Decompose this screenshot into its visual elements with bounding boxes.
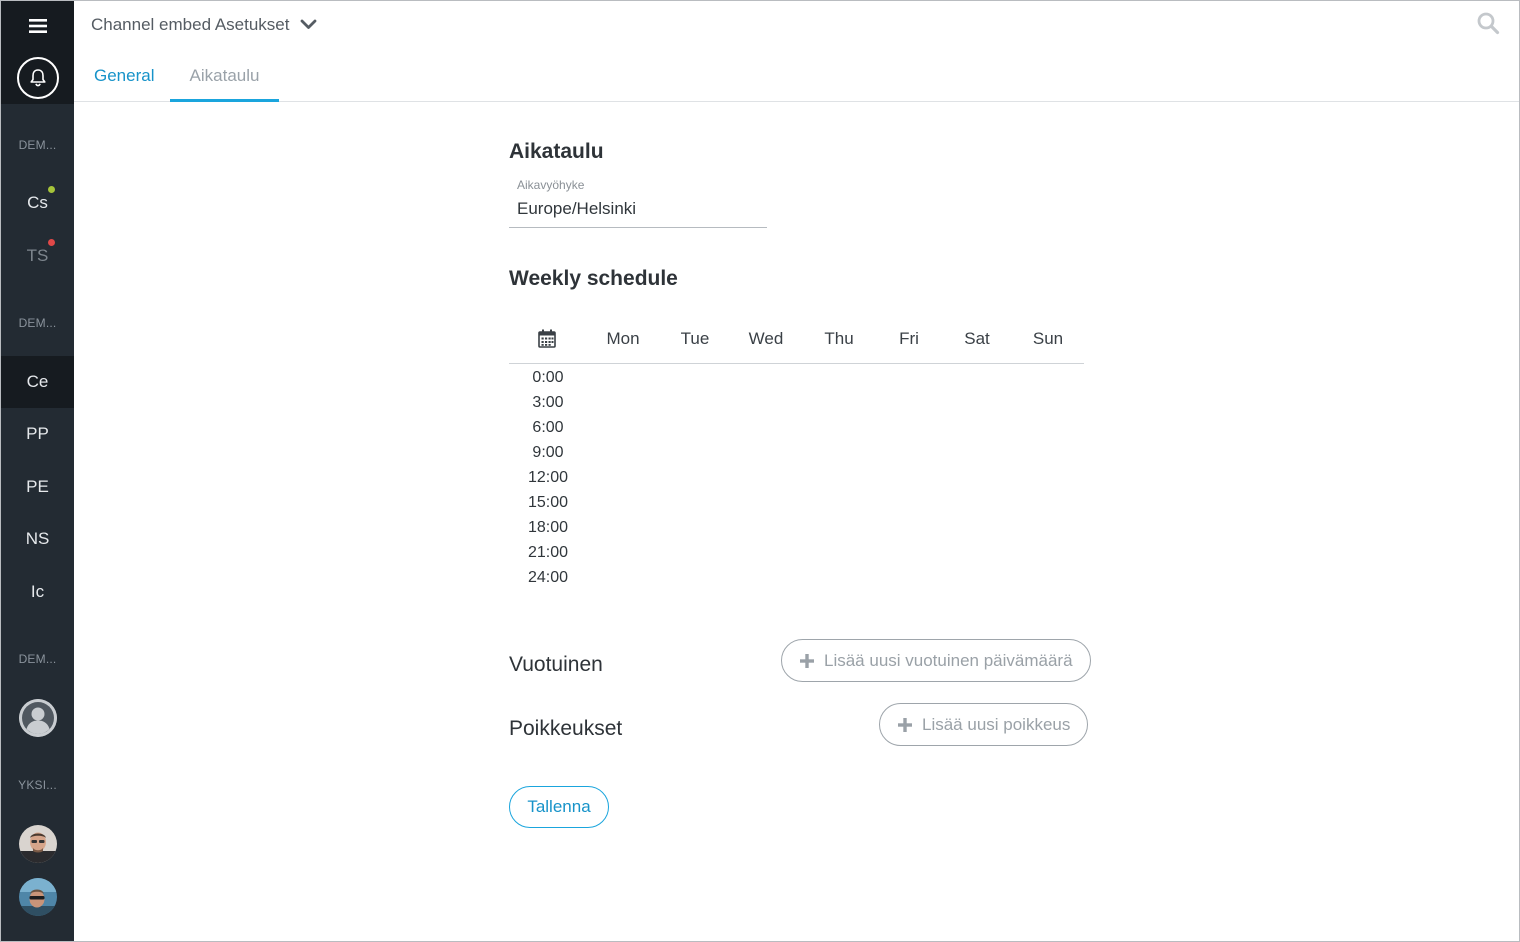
sidebar-item-ts[interactable]: TS <box>1 230 74 282</box>
section-title: Aikataulu <box>509 140 604 163</box>
time-label: 3:00 <box>532 394 564 411</box>
notifications-area <box>1 51 74 104</box>
sidebar-item-label: Ce <box>26 372 49 391</box>
add-annual-date-label: Lisää uusi vuotuinen päivämäärä <box>824 650 1073 670</box>
sidebar-item-label: Cs <box>27 193 48 212</box>
time-label: 0:00 <box>532 369 564 386</box>
sidebar-item-cs[interactable]: Cs <box>1 177 74 229</box>
tab-aikataulu[interactable]: Aikataulu <box>170 51 279 102</box>
notifications-button[interactable] <box>16 56 59 99</box>
add-exception-button[interactable]: Lisää uusi poikkeus <box>879 703 1089 746</box>
exceptions-label: Poikkeukset <box>509 717 623 740</box>
day-header-sat: Sat <box>964 329 990 348</box>
day-header-fri: Fri <box>899 329 919 348</box>
day-header-sun: Sun <box>1032 329 1064 348</box>
sidebar-group-header: DEM... <box>18 138 57 152</box>
day-header-mon: Mon <box>606 329 640 348</box>
top-bar: Channel embed Asetukset <box>74 1 1519 51</box>
user-photo-avatar[interactable] <box>19 878 57 916</box>
add-annual-date-button[interactable]: Lisää uusi vuotuinen päivämäärä <box>781 639 1091 682</box>
online-status-dot <box>48 186 55 193</box>
schedule-header: Mon Tue Wed Thu Fri Sat Sun <box>509 323 1084 364</box>
sidebar: DEM... Cs TS DEM... Ce PP PE NS Ic DEM..… <box>1 1 74 941</box>
user-avatar-icon[interactable] <box>19 699 57 737</box>
sidebar-group-header: YKSI... <box>18 778 57 792</box>
sidebar-item-label: PP <box>26 424 49 443</box>
add-exception-label: Lisää uusi poikkeus <box>922 714 1071 734</box>
time-label: 18:00 <box>527 519 569 536</box>
timezone-field[interactable]: Europe/Helsinki <box>509 194 767 228</box>
timezone-label: Aikavyöhyke <box>517 178 585 192</box>
bell-icon <box>29 68 46 86</box>
user-photo-image <box>19 878 57 916</box>
app-window <box>0 0 1520 942</box>
user-photo-image <box>19 825 57 863</box>
day-header-thu: Thu <box>824 329 854 348</box>
time-label: 24:00 <box>527 569 569 586</box>
time-label: 6:00 <box>532 419 564 436</box>
time-label: 15:00 <box>527 494 569 511</box>
sidebar-group-header: DEM... <box>18 652 57 666</box>
calendar-icon <box>538 329 556 353</box>
page-title: Channel embed Asetukset <box>91 15 290 34</box>
sidebar-group-header: DEM... <box>18 316 57 330</box>
time-label: 21:00 <box>527 544 569 561</box>
chevron-down-icon[interactable] <box>300 17 317 35</box>
offline-status-dot <box>48 239 55 246</box>
sidebar-item-label: TS <box>26 246 49 265</box>
day-header-wed: Wed <box>748 329 784 348</box>
plus-icon <box>898 717 912 732</box>
hamburger-icon <box>28 19 47 33</box>
plus-icon <box>800 653 814 668</box>
sidebar-item-ic[interactable]: Ic <box>1 566 74 618</box>
sidebar-item-label: Ic <box>30 582 45 601</box>
save-button[interactable]: Tallenna <box>509 786 609 828</box>
time-axis: 0:00 3:00 6:00 9:00 12:00 15:00 18:00 21… <box>509 365 587 590</box>
sidebar-item-label: NS <box>25 529 50 548</box>
sidebar-item-ns[interactable]: NS <box>1 513 74 565</box>
tab-bar: General Aikataulu <box>74 51 1519 102</box>
sidebar-item-pp[interactable]: PP <box>1 408 74 460</box>
sidebar-item-pe[interactable]: PE <box>1 461 74 513</box>
time-label: 12:00 <box>527 469 569 486</box>
time-label: 9:00 <box>532 444 564 461</box>
menu-button[interactable] <box>1 1 74 51</box>
day-header-tue: Tue <box>680 329 710 348</box>
weekly-schedule-title: Weekly schedule <box>509 267 678 290</box>
annual-label: Vuotuinen <box>509 653 603 676</box>
user-photo-avatar[interactable] <box>19 825 57 863</box>
tab-general[interactable]: General <box>94 51 154 102</box>
sidebar-item-ce[interactable]: Ce <box>1 356 74 408</box>
sidebar-item-label: PE <box>26 477 49 496</box>
person-icon <box>19 699 57 737</box>
search-icon[interactable] <box>1476 11 1500 40</box>
